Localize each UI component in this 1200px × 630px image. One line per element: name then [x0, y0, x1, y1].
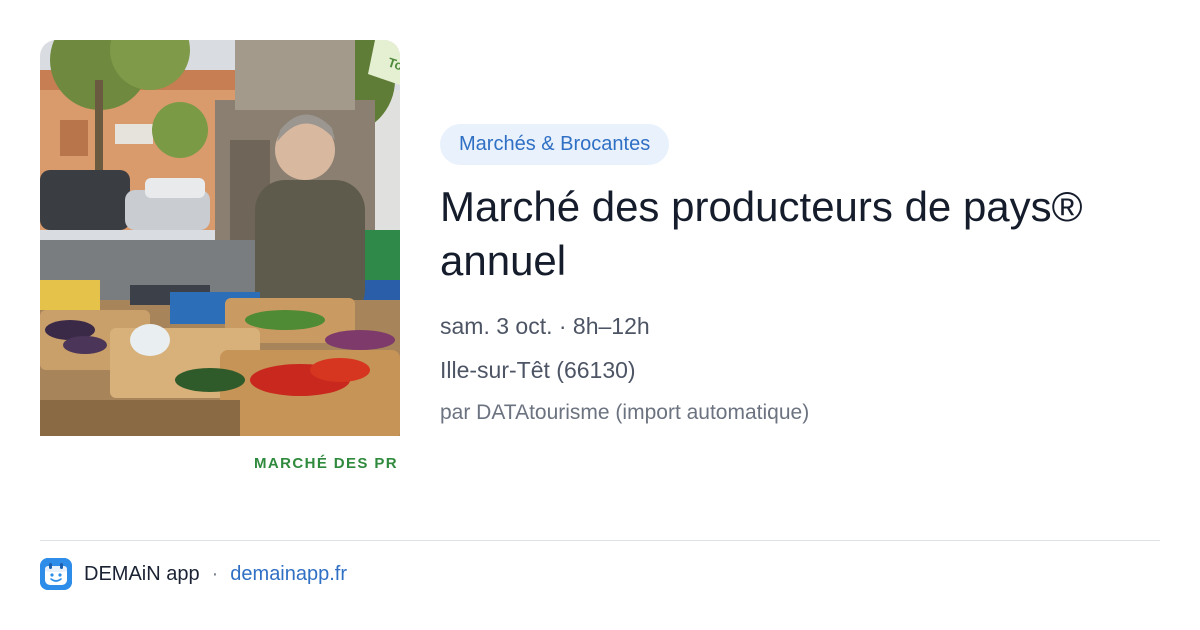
event-title: Marché des producteurs de pays® annuel	[440, 183, 1083, 284]
market-photo: To	[40, 40, 400, 480]
image-caption: MARCHÉ DES PR	[254, 455, 399, 472]
footer: DEMAiN app · demainapp.fr	[40, 557, 347, 591]
app-name: DEMAiN app	[84, 562, 200, 585]
event-image: To MARCHÉ DES PR	[40, 40, 400, 480]
event-location: Ille-sur-Têt (66130)	[440, 357, 636, 383]
footer-separator: ·	[211, 562, 219, 585]
footer-divider	[40, 540, 1160, 541]
app-website-link[interactable]: demainapp.fr	[230, 563, 347, 586]
category-badge[interactable]: Marchés & Brocantes	[440, 124, 670, 165]
app-logo-icon	[40, 558, 72, 590]
event-source: par DATAtourisme (import automatique)	[440, 401, 810, 424]
event-date-time: sam. 3 oct. · 8h–12h	[440, 313, 650, 339]
